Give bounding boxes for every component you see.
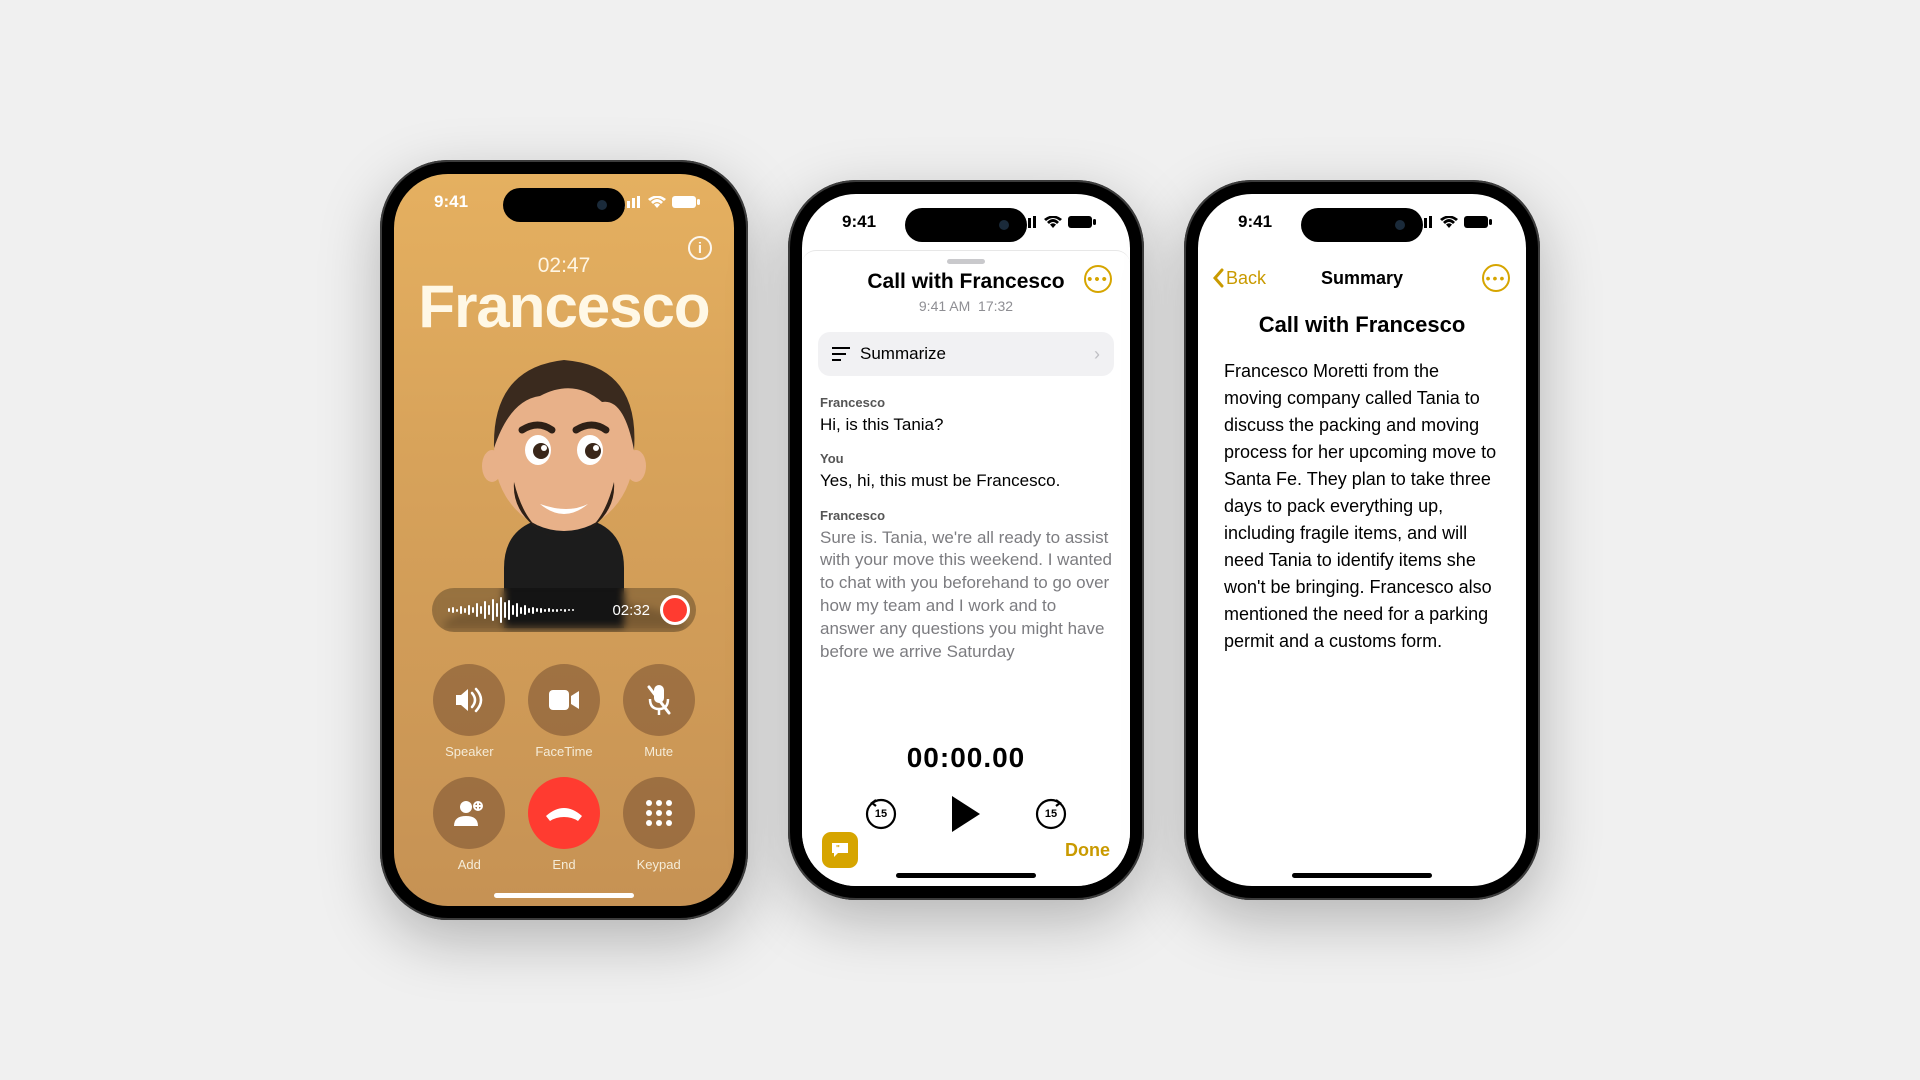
- transcript-body[interactable]: Francesco Hi, is this Tania? You Yes, hi…: [820, 394, 1112, 664]
- home-indicator[interactable]: [1292, 873, 1432, 878]
- skip-back-button[interactable]: 15: [864, 797, 898, 831]
- transcript-line: Hi, is this Tania?: [820, 414, 1112, 437]
- end-call-button[interactable]: End: [517, 777, 612, 872]
- chevron-right-icon: ›: [1094, 344, 1100, 365]
- cellular-icon: [622, 196, 642, 208]
- transcript-meta: 9:41 AM 17:32: [802, 298, 1130, 314]
- playback-controls: 00:00.00 15 15: [802, 742, 1130, 832]
- stop-record-button[interactable]: [660, 595, 690, 625]
- status-time: 9:41: [842, 212, 876, 232]
- wifi-icon: [1044, 216, 1062, 228]
- status-time: 9:41: [434, 192, 468, 212]
- transcript-line: Yes, hi, this must be Francesco.: [820, 470, 1112, 493]
- battery-icon: [672, 196, 700, 208]
- speaker-label: Francesco: [820, 394, 1112, 412]
- recording-elapsed: 02:32: [612, 602, 650, 619]
- end-label: End: [552, 857, 575, 872]
- status-icons: [1414, 216, 1492, 228]
- battery-icon: [1464, 216, 1492, 228]
- recording-pill: 02:32: [432, 588, 696, 632]
- speaker-label: You: [820, 450, 1112, 468]
- transcript-screen: 9:41 ••• Call with Francesco 9:41 AM 17:…: [802, 194, 1130, 886]
- sheet-grabber[interactable]: [947, 259, 985, 264]
- add-button[interactable]: Add: [422, 777, 517, 872]
- summarize-label: Summarize: [860, 344, 946, 364]
- summarize-button[interactable]: Summarize ›: [818, 332, 1114, 376]
- speaker-label: Francesco: [820, 507, 1112, 525]
- play-button[interactable]: [952, 796, 980, 832]
- call-screen: 9:41 i 02:47 Francesco: [394, 174, 734, 906]
- phone-frame-call: 9:41 i 02:47 Francesco: [380, 160, 748, 920]
- skip-forward-button[interactable]: 15: [1034, 797, 1068, 831]
- keypad-icon: [644, 798, 674, 828]
- home-indicator[interactable]: [896, 873, 1036, 878]
- dynamic-island: [503, 188, 625, 222]
- mute-button[interactable]: Mute: [611, 664, 706, 759]
- keypad-label: Keypad: [637, 857, 681, 872]
- back-label: Back: [1226, 268, 1266, 289]
- more-button[interactable]: •••: [1084, 265, 1112, 293]
- transcript-title: Call with Francesco: [802, 270, 1130, 294]
- summary-screen: 9:41 Back Summary ••• Call with Francesc…: [1198, 194, 1526, 886]
- back-button[interactable]: Back: [1212, 268, 1266, 289]
- done-button[interactable]: Done: [1065, 840, 1110, 861]
- speaker-button[interactable]: Speaker: [422, 664, 517, 759]
- video-icon: [547, 688, 581, 712]
- transcript-line: Sure is. Tania, we're all ready to assis…: [820, 527, 1112, 665]
- status-time: 9:41: [1238, 212, 1272, 232]
- mute-label: Mute: [644, 744, 673, 759]
- status-icons: [622, 196, 700, 208]
- playback-time: 00:00.00: [802, 742, 1130, 774]
- add-contact-icon: [452, 798, 486, 828]
- svg-text:": ": [836, 844, 840, 853]
- call-controls: Speaker FaceTime Mute Add End Keypad: [394, 664, 734, 872]
- speech-bubble-icon: ": [830, 841, 850, 859]
- battery-icon: [1068, 216, 1096, 228]
- speaker-icon: [452, 683, 486, 717]
- dynamic-island: [905, 208, 1027, 242]
- home-indicator[interactable]: [494, 893, 634, 898]
- mic-off-icon: [645, 683, 673, 717]
- summarize-icon: [832, 346, 850, 362]
- contact-memoji: [444, 338, 684, 628]
- speaker-label: Speaker: [445, 744, 493, 759]
- status-icons: [1018, 216, 1096, 228]
- transcript-source-button[interactable]: ": [822, 832, 858, 868]
- facetime-label: FaceTime: [535, 744, 592, 759]
- add-label: Add: [458, 857, 481, 872]
- wifi-icon: [648, 196, 666, 208]
- more-button[interactable]: •••: [1482, 264, 1510, 292]
- summary-title: Call with Francesco: [1198, 312, 1526, 338]
- phone-frame-transcript: 9:41 ••• Call with Francesco 9:41 AM 17:…: [788, 180, 1144, 900]
- waveform-icon: [448, 588, 602, 632]
- nav-title: Summary: [1321, 268, 1403, 289]
- transcript-sheet: ••• Call with Francesco 9:41 AM 17:32 Su…: [802, 250, 1130, 886]
- wifi-icon: [1440, 216, 1458, 228]
- phone-frame-summary: 9:41 Back Summary ••• Call with Francesc…: [1184, 180, 1540, 900]
- chevron-left-icon: [1212, 268, 1224, 288]
- keypad-button[interactable]: Keypad: [611, 777, 706, 872]
- hangup-icon: [544, 804, 584, 822]
- nav-bar: Back Summary •••: [1198, 256, 1526, 300]
- dynamic-island: [1301, 208, 1423, 242]
- caller-name: Francesco: [394, 272, 734, 341]
- summary-body: Francesco Moretti from the moving compan…: [1224, 358, 1500, 655]
- facetime-button[interactable]: FaceTime: [517, 664, 612, 759]
- bottom-toolbar: " Done: [802, 832, 1130, 868]
